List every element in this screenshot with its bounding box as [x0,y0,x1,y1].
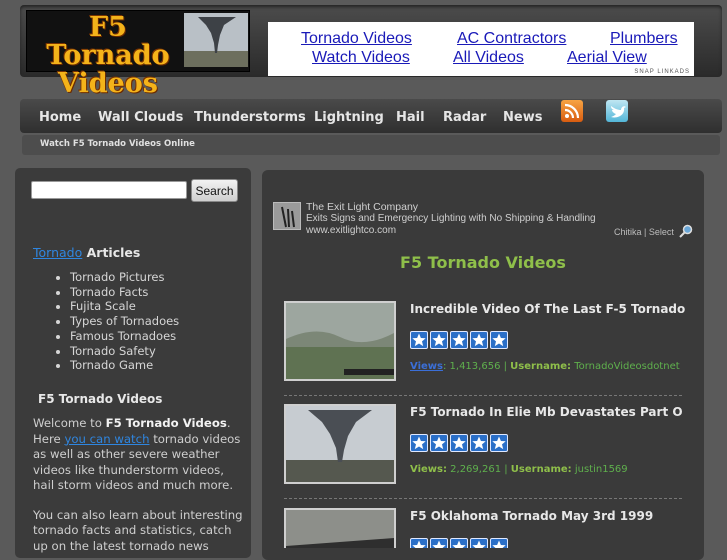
star-icon [450,331,468,349]
article-link-tornado-facts[interactable]: Tornado Facts [70,285,179,300]
ad-link-plumbers[interactable]: Plumbers [610,30,678,48]
articles-heading-text: Articles [82,245,141,260]
article-link-types-of-tornadoes[interactable]: Types of Tornadoes [70,314,179,329]
nav-item-home[interactable]: Home [39,110,81,125]
page-title: F5 Tornado Videos [400,253,566,272]
articles-heading: Tornado Articles [33,245,140,260]
video-thumbnail[interactable] [284,508,396,548]
star-icon [450,538,468,548]
video-item: F5 Tornado In Elie Mb Devastates Part O … [284,404,694,488]
meta-separator: | [501,464,511,475]
learn-more-text: You can also learn about interesting tor… [33,507,243,553]
nav-item-news[interactable]: News [503,110,542,125]
ad-tagline: Exits Signs and Emergency Lighting with … [306,213,596,224]
video-rating [410,434,510,452]
articles-list: Tornado Pictures Tornado Facts Fujita Sc… [52,270,179,373]
star-icon [470,538,488,548]
star-icon [490,331,508,349]
site-logo[interactable]: F5 Tornado Videos [26,10,250,98]
username: TornadoVideosdotnet [574,361,680,372]
star-icon [430,538,448,548]
tornado-logo-image [184,13,248,67]
article-link-tornado-pictures[interactable]: Tornado Pictures [70,270,179,285]
video-item: Incredible Video Of The Last F-5 Tornado… [284,301,694,385]
sidebar: Search Tornado Articles Tornado Pictures… [15,168,251,558]
ad-company[interactable]: The Exit Light Company [306,201,418,213]
star-icon [410,538,428,548]
view-count: 1,413,656 [449,361,501,372]
star-icon [450,434,468,452]
star-icon [410,331,428,349]
ad-thumbnail[interactable] [273,202,301,230]
video-rating [410,538,510,548]
view-count: 2,269,261 [450,464,502,475]
video-title[interactable]: F5 Oklahoma Tornado May 3rd 1999 [410,509,653,523]
video-thumbnail[interactable] [284,301,396,381]
star-icon [490,434,508,452]
article-link-tornado-game[interactable]: Tornado Game [70,358,179,373]
welcome-text-1: Welcome to [33,416,106,430]
article-link-tornado-safety[interactable]: Tornado Safety [70,344,179,359]
nav-item-thunderstorms[interactable]: Thunderstorms [194,110,306,125]
search-input[interactable] [31,181,187,199]
rss-icon[interactable] [561,100,583,122]
ad-link-all-videos[interactable]: All Videos [453,49,524,67]
search-icon[interactable] [679,224,693,238]
ad-url[interactable]: www.exitlightco.com [306,225,396,236]
logo-text: F5 Tornado Videos [46,12,170,99]
views-link[interactable]: Views [410,361,443,372]
subnav-bar: Watch F5 Tornado Videos Online [22,135,720,155]
welcome-site-name: F5 Tornado Videos [105,416,227,430]
ad-link-ac-contractors[interactable]: AC Contractors [457,30,566,48]
nav-item-hail[interactable]: Hail [396,110,425,125]
welcome-text: Welcome to F5 Tornado Videos. Here you c… [33,416,245,554]
star-icon [430,434,448,452]
nav-item-radar[interactable]: Radar [443,110,486,125]
ad-link-watch-videos[interactable]: Watch Videos [312,49,410,67]
ad-link-tornado-videos[interactable]: Tornado Videos [301,30,412,48]
video-thumbnail[interactable] [284,404,396,484]
nav-item-wall-clouds[interactable]: Wall Clouds [98,110,183,125]
star-icon [410,434,428,452]
you-can-watch-link[interactable]: you can watch [64,432,149,446]
articles-heading-link[interactable]: Tornado [33,245,82,260]
username-label: Username: [510,361,572,372]
video-meta: Views: 1,413,656 | Username: TornadoVide… [410,361,680,372]
views-label: Views: [410,464,447,475]
video-item: F5 Oklahoma Tornado May 3rd 1999 [284,508,694,548]
search-button[interactable]: Search [191,179,238,202]
article-link-fujita-scale[interactable]: Fujita Scale [70,299,179,314]
video-meta: Views: 2,269,261 | Username: justin1569 [410,464,628,475]
star-icon [470,331,488,349]
video-divider [284,498,682,499]
username-label: Username: [510,464,572,475]
video-title[interactable]: F5 Tornado In Elie Mb Devastates Part O [410,405,683,419]
star-icon [470,434,488,452]
video-divider [284,395,682,396]
star-icon [490,538,508,548]
ad-link-aerial-view[interactable]: Aerial View [567,49,647,67]
twitter-icon[interactable] [606,100,628,122]
ad-network-label: SNAP LINKADS [634,69,690,75]
star-icon [430,331,448,349]
username: justin1569 [574,464,628,475]
ad-network-link[interactable]: Chitika | Select [614,227,674,237]
ad-links-box: Tornado Videos AC Contractors Plumbers W… [268,22,694,76]
video-rating [410,331,510,349]
subnav-link-watch-online[interactable]: Watch F5 Tornado Videos Online [40,139,195,149]
videos-heading: F5 Tornado Videos [38,392,163,406]
nav-item-lightning[interactable]: Lightning [314,110,384,125]
article-link-famous-tornadoes[interactable]: Famous Tornadoes [70,329,179,344]
main-content: The Exit Light Company Exits Signs and E… [262,170,704,560]
video-title[interactable]: Incredible Video Of The Last F-5 Tornado [410,302,685,316]
meta-separator: | [500,361,511,372]
